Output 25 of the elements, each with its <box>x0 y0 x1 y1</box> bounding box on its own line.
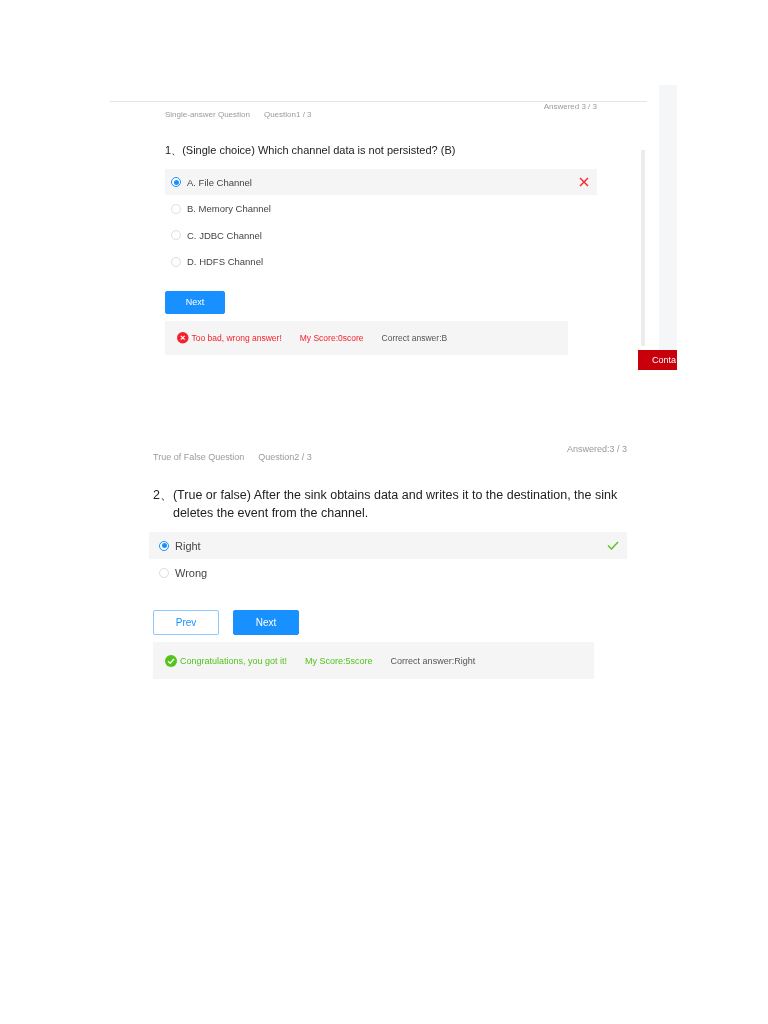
contact-button[interactable]: Conta <box>637 350 677 370</box>
question-number: 2、 <box>153 487 173 504</box>
correct-answer-text: Correct answer:Right <box>390 655 476 666</box>
feedback-message: Too bad, wrong answer! <box>191 332 282 343</box>
question-type: True of False Question <box>153 452 245 462</box>
score-text: My Score:0score <box>299 332 364 343</box>
question-counter: Question2 / 3 <box>258 452 312 462</box>
answered-counter: Answered 3 / 3 <box>543 102 597 111</box>
answer-option[interactable]: C. JDBC Channel <box>165 221 597 249</box>
answer-option[interactable]: Wrong <box>149 559 627 587</box>
correct-answer-text: Correct answer:B <box>381 332 448 343</box>
question-number: 1、 <box>165 143 183 158</box>
answer-option[interactable]: B. Memory Channel <box>165 195 597 222</box>
answer-option[interactable]: A. File Channel <box>165 168 597 196</box>
answered-counter: Answered:3 / 3 <box>566 444 627 454</box>
feedback-message: Congratulations, you got it! <box>180 655 288 666</box>
radio-button[interactable] <box>159 540 169 551</box>
question-counter: Question1 / 3 <box>263 110 312 119</box>
answer-option[interactable]: Right <box>149 532 627 560</box>
radio-button[interactable] <box>171 177 181 188</box>
question-text: (True or false) After the sink obtains data and writes it to the destination, the sink deletes the event from the channel. <box>172 487 619 523</box>
answer-option[interactable]: D. HDFS Channel <box>165 248 597 275</box>
score-text: My Score:5score <box>305 655 373 666</box>
question-type: Single-answer Question <box>165 110 250 119</box>
question-text: (Single choice) Which channel data is not persisted? (B) <box>182 143 456 158</box>
